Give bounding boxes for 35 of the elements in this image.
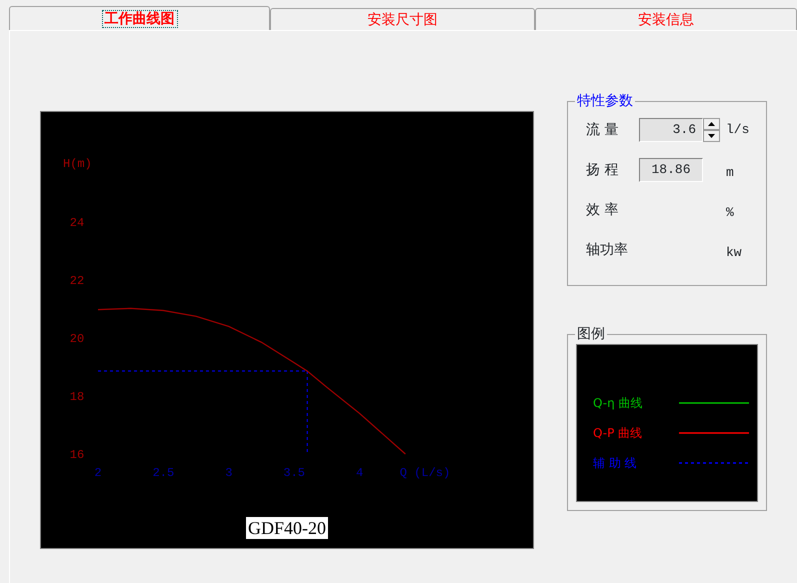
tick-label: 3 — [225, 466, 232, 480]
tick-label: 4 — [356, 466, 364, 480]
field-label: 效 率 — [586, 200, 620, 220]
spin-down-button[interactable] — [703, 130, 720, 142]
group-title: 特性参数 — [575, 93, 635, 109]
field-label: 轴功率 — [586, 240, 629, 260]
tick-label: 22 — [70, 274, 84, 288]
tab[interactable]: 安装尺寸图 — [270, 8, 535, 30]
legend-label: Q-η 曲线 — [593, 395, 644, 412]
tab[interactable]: 安装信息 — [535, 8, 797, 30]
tick-label: 3.5 — [283, 466, 305, 480]
chart-title: GDF40-20 — [246, 517, 328, 539]
axis-label: H(m) — [63, 157, 92, 171]
tick-label: Q (L/s) — [400, 466, 450, 480]
number-field[interactable]: 3.6 — [639, 118, 703, 142]
tick-label: 20 — [70, 332, 84, 346]
legend-label: Q-P 曲线 — [593, 425, 644, 442]
legend-label: 辅 助 线 — [593, 455, 638, 472]
down-arrow-icon — [708, 134, 715, 138]
up-arrow-icon — [708, 122, 715, 126]
tick-label: 24 — [70, 216, 84, 230]
unit-label: kw — [726, 244, 742, 262]
field-label: 扬 程 — [586, 160, 620, 180]
tick-label: 16 — [70, 448, 84, 462]
unit-label: m — [726, 164, 734, 182]
tab[interactable]: 工作曲线图 — [9, 6, 270, 30]
unit-label: l/s — [726, 121, 750, 140]
tick-label: 18 — [70, 390, 84, 404]
tick-label: 2.5 — [152, 466, 174, 480]
spin-up-button[interactable] — [703, 118, 720, 130]
tick-label: 2 — [94, 466, 102, 480]
group-title: 图例 — [575, 326, 607, 342]
field-label: 流 量 — [586, 120, 620, 140]
unit-label: % — [726, 204, 734, 222]
number-field[interactable]: 18.86 — [639, 158, 703, 182]
